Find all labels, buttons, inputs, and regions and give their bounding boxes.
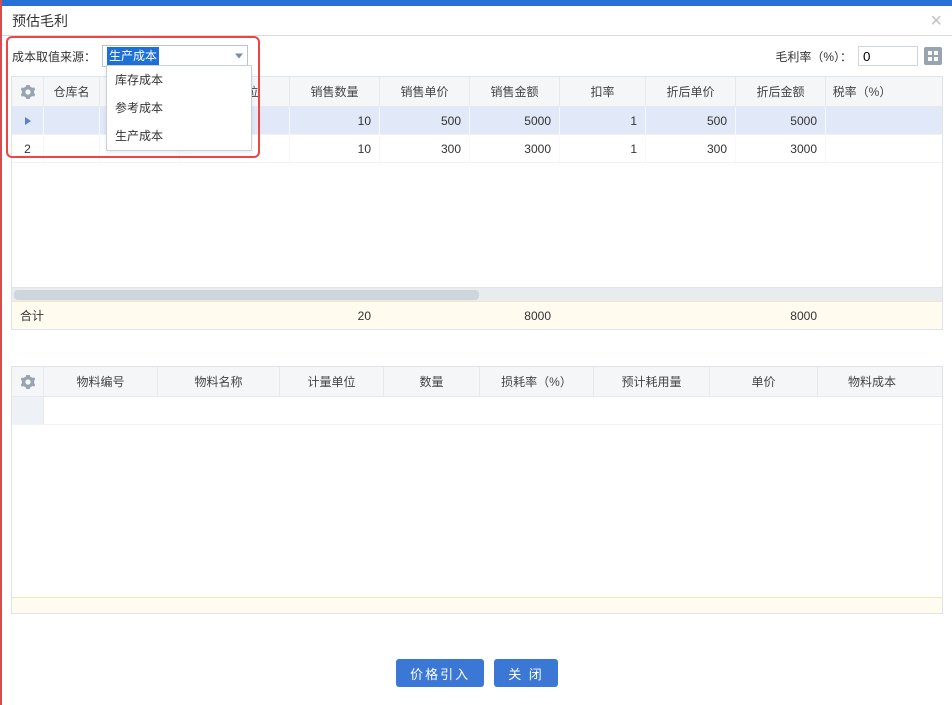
- dropdown-option[interactable]: 库存成本: [107, 66, 251, 94]
- sum-qty: 20: [290, 309, 380, 323]
- chevron-down-icon: [235, 54, 243, 59]
- col-mat-cost[interactable]: 物料成本: [818, 367, 926, 396]
- col-price[interactable]: 销售单价: [380, 77, 470, 106]
- rate-action-button[interactable]: [924, 47, 942, 65]
- cost-source-combo[interactable]: 生产成本: [102, 45, 248, 67]
- col-mat-qty[interactable]: 数量: [384, 367, 480, 396]
- gear-icon: [21, 375, 35, 389]
- col-after-amount[interactable]: 折后金额: [736, 77, 826, 106]
- col-after-price[interactable]: 折后单价: [646, 77, 736, 106]
- col-warehouse[interactable]: 仓库名: [44, 77, 100, 106]
- footer: 价格引入 关 闭: [2, 659, 952, 687]
- cost-source-group: 成本取值来源： 生产成本: [12, 45, 248, 67]
- top-edge: [2, 0, 952, 6]
- horizontal-scrollbar[interactable]: [12, 287, 942, 301]
- dropdown-option[interactable]: 生产成本: [107, 122, 251, 150]
- col-tax[interactable]: 税率（%）: [826, 77, 898, 106]
- materials-table-body: [12, 397, 942, 597]
- close-icon[interactable]: ×: [930, 11, 942, 31]
- table-row[interactable]: [12, 397, 942, 425]
- col-amount[interactable]: 销售金额: [470, 77, 560, 106]
- scrollbar-thumb[interactable]: [14, 290, 479, 300]
- titlebar: 预估毛利 ×: [2, 6, 952, 36]
- rate-group: 毛利率（%）：: [775, 46, 942, 66]
- materials-table: 物料编号 物料名称 计量单位 数量 损耗率（%） 预计耗用量 单价 物料成本: [11, 366, 943, 614]
- price-import-button[interactable]: 价格引入: [396, 659, 484, 687]
- materials-table-header: 物料编号 物料名称 计量单位 数量 损耗率（%） 预计耗用量 单价 物料成本: [12, 367, 942, 397]
- row-indicator-icon: [25, 117, 31, 125]
- dialog-title: 预估毛利: [12, 6, 68, 36]
- col-qty[interactable]: 销售数量: [290, 77, 380, 106]
- row-gutter: [12, 397, 44, 424]
- col-discount-rate[interactable]: 扣率: [560, 77, 646, 106]
- close-button[interactable]: 关 闭: [494, 659, 558, 687]
- dropdown-option[interactable]: 参考成本: [107, 94, 251, 122]
- sum-amount: 8000: [470, 309, 560, 323]
- col-mat-expect[interactable]: 预计耗用量: [594, 367, 710, 396]
- cost-source-label: 成本取值来源：: [12, 48, 96, 65]
- materials-sum-row: [12, 597, 942, 613]
- col-mat-code[interactable]: 物料编号: [44, 367, 158, 396]
- cost-source-value: 生产成本: [107, 47, 159, 65]
- col-mat-loss[interactable]: 损耗率（%）: [480, 367, 594, 396]
- sum-label: 合计: [12, 307, 68, 324]
- cost-source-dropdown: 库存成本 参考成本 生产成本: [106, 65, 252, 151]
- sum-after-amount: 8000: [736, 309, 826, 323]
- sales-sum-row: 合计 20 8000 8000: [12, 301, 942, 329]
- gear-header[interactable]: [12, 77, 44, 106]
- col-mat-name[interactable]: 物料名称: [158, 367, 280, 396]
- rate-label: 毛利率（%）：: [775, 48, 852, 65]
- gear-icon: [21, 85, 35, 99]
- col-mat-price[interactable]: 单价: [710, 367, 818, 396]
- rate-input[interactable]: [858, 46, 918, 66]
- grid-icon: [928, 51, 938, 61]
- col-mat-unit[interactable]: 计量单位: [280, 367, 384, 396]
- gear-header[interactable]: [12, 367, 44, 396]
